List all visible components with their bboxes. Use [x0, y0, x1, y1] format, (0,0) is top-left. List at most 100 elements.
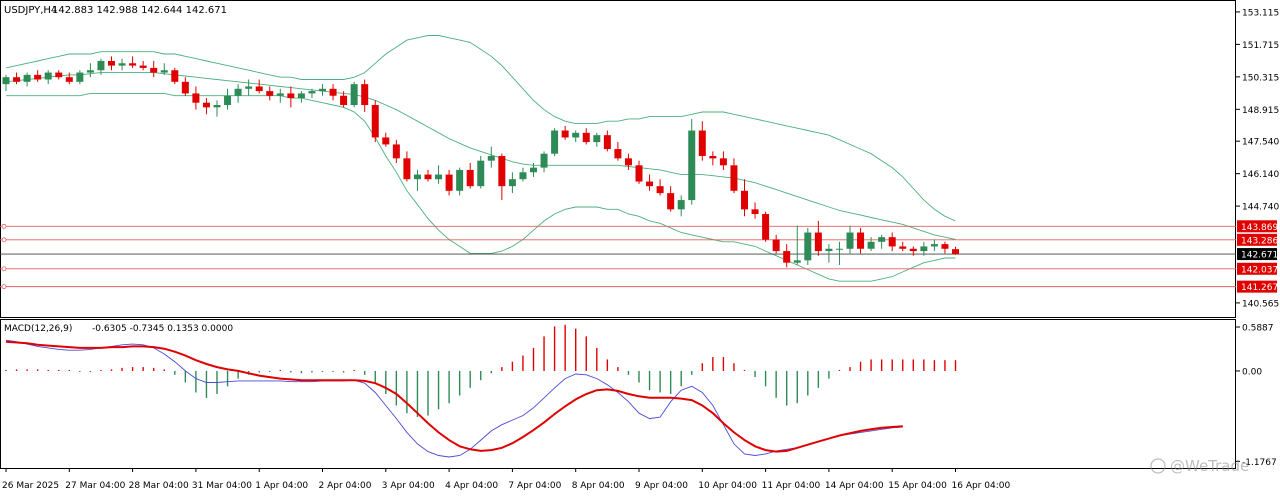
time-tick-label: 28 Mar 04:00 — [129, 481, 189, 491]
level-tag-label-4: 141.267 — [1241, 283, 1278, 293]
macd-values: -0.6305 -0.7345 0.1353 0.0000 — [92, 324, 233, 334]
candle-body — [677, 200, 685, 210]
candle-body — [741, 190, 748, 210]
macd-tick-label: 0.5887 — [1242, 324, 1274, 334]
candle-body — [498, 156, 506, 187]
candle-body — [34, 74, 42, 80]
candle-body — [435, 174, 443, 180]
candle-body — [540, 153, 548, 168]
level-tag-label-1: 143.869 — [1241, 223, 1278, 233]
candle — [350, 81, 358, 108]
macd-label: MACD(12,26,9) — [4, 324, 72, 334]
candle-body — [846, 232, 854, 249]
candle-body — [508, 179, 516, 187]
chart-background — [0, 0, 1280, 493]
candle-body — [382, 137, 390, 145]
price-tick-label: 151.715 — [1242, 41, 1279, 51]
candle-body — [751, 209, 759, 214]
time-tick-label: 26 Mar 2025 — [2, 481, 59, 491]
candle-body — [2, 77, 10, 85]
candle-body — [160, 70, 168, 73]
price-tags: 143.869 143.286 142.037 141.267 142.671 — [1237, 220, 1278, 293]
candle-body — [308, 91, 316, 94]
candle-body — [65, 77, 73, 82]
candle-body — [593, 135, 601, 143]
candle-body — [762, 213, 770, 240]
candle-body — [487, 156, 495, 161]
price-tick-label: 140.565 — [1242, 299, 1279, 309]
candle-body — [234, 88, 242, 96]
candle-body — [909, 248, 917, 252]
time-tick-label: 2 Apr 04:00 — [319, 481, 372, 491]
candle-body — [266, 91, 274, 96]
time-tick-label: 7 Apr 04:00 — [508, 481, 561, 491]
chart-canvas[interactable]: 153.115 151.715 150.315 148.915 147.540 146.1… — [0, 0, 1280, 493]
time-tick-label: 1 Apr 04:00 — [255, 481, 308, 491]
candle-body — [361, 84, 369, 106]
symbol-label: USDJPY,H4 — [4, 5, 57, 16]
candle-body — [413, 174, 421, 180]
price-tick-label: 144.740 — [1242, 203, 1279, 213]
candle-body — [614, 149, 622, 159]
time-tick-label: 15 Apr 04:00 — [888, 481, 947, 491]
candle-body — [97, 60, 105, 71]
candle-body — [635, 165, 643, 182]
candle-body — [287, 93, 295, 99]
candle-body — [582, 132, 590, 143]
candle-body — [667, 193, 675, 210]
candle-body — [709, 156, 717, 159]
candle-body — [129, 63, 137, 66]
level-anchor-3 — [1, 266, 7, 272]
candle-body — [403, 158, 411, 180]
candle-body — [793, 260, 801, 263]
chart-window[interactable]: 153.115 151.715 150.315 148.915 147.540 146.1… — [0, 0, 1280, 493]
price-tick-label: 147.540 — [1242, 138, 1279, 148]
candle-body — [878, 237, 886, 242]
candle-body — [445, 174, 453, 191]
candle-body — [55, 72, 63, 78]
candle-body — [192, 93, 200, 103]
time-tick-label: 27 Mar 04:00 — [65, 481, 125, 491]
candle-body — [424, 174, 432, 180]
candle-body — [350, 84, 358, 106]
candle-body — [477, 160, 485, 187]
level-anchor-4 — [1, 284, 7, 290]
watermark-text: @WeTrade — [1170, 457, 1249, 475]
candle-body — [297, 93, 305, 99]
candle-body — [213, 105, 221, 108]
candle-body — [930, 244, 938, 247]
candle-body — [276, 93, 284, 96]
candle-body — [698, 130, 706, 157]
candle-body — [44, 72, 52, 80]
price-tick-label: 146.140 — [1242, 170, 1279, 180]
candle-body — [730, 165, 738, 191]
candle-body — [624, 158, 632, 166]
candle-body — [255, 86, 263, 92]
time-tick-label: 10 Apr 04:00 — [698, 481, 757, 491]
candle — [551, 128, 559, 157]
price-tick-label: 153.115 — [1242, 8, 1279, 18]
candle — [804, 227, 812, 265]
candle-body — [603, 135, 611, 150]
time-tick-label: 9 Apr 04:00 — [635, 481, 688, 491]
candle-body — [719, 158, 727, 166]
time-tick-label: 4 Apr 04:00 — [445, 481, 498, 491]
time-tick-label: 14 Apr 04:00 — [825, 481, 884, 491]
candle-body — [656, 186, 664, 194]
candle-body — [867, 241, 875, 249]
ohlc-readout: 142.883 142.988 142.644 142.671 — [52, 5, 227, 16]
level-anchor-1 — [1, 223, 7, 229]
candle-body — [466, 169, 474, 187]
time-tick-label: 16 Apr 04:00 — [952, 481, 1011, 491]
time-tick-label: 3 Apr 04:00 — [382, 481, 435, 491]
candle-body — [224, 95, 232, 106]
candle-body — [783, 251, 791, 263]
candle-body — [371, 105, 379, 138]
candle — [762, 211, 770, 242]
level-tag-label-2: 143.286 — [1241, 236, 1278, 246]
candle-body — [835, 248, 843, 250]
price-tick-label: 148.915 — [1242, 106, 1279, 116]
current-price-tag-label: 142.671 — [1241, 251, 1278, 261]
candle-body — [76, 72, 84, 82]
candle-body — [392, 144, 400, 159]
